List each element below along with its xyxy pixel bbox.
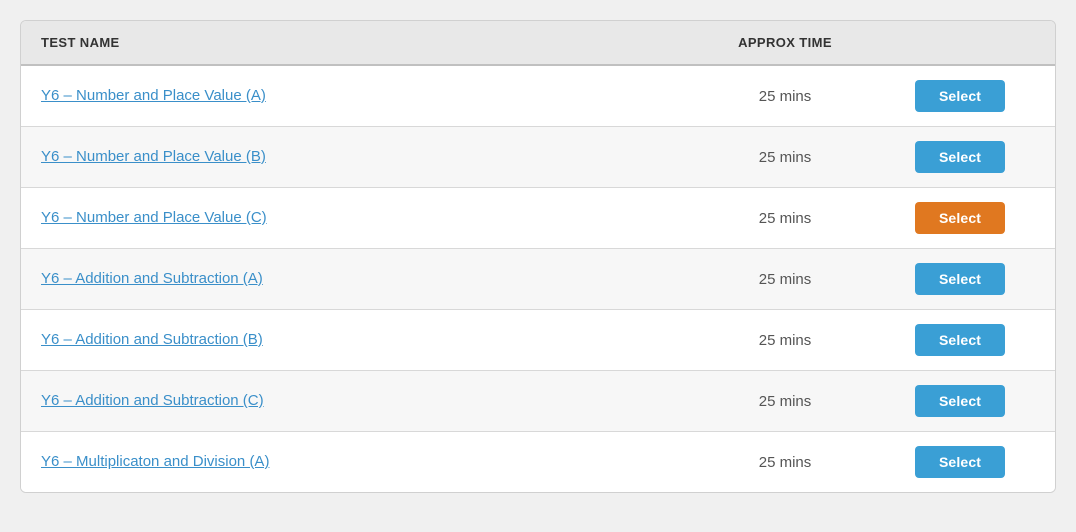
test-name-cell: Y6 – Number and Place Value (C) — [41, 209, 685, 227]
test-name-link[interactable]: Y6 – Addition and Subtraction (A) — [41, 270, 263, 287]
tests-table: TEST NAME APPROX TIME Y6 – Number and Pl… — [20, 20, 1056, 493]
table-row: Y6 – Number and Place Value (C) 25 mins Se… — [21, 188, 1055, 249]
test-name-cell: Y6 – Multiplicaton and Division (A) — [41, 453, 685, 471]
approx-time-cell: 25 mins — [685, 149, 885, 166]
table-row: Y6 – Addition and Subtraction (C) 25 mins… — [21, 371, 1055, 432]
approx-time-cell: 25 mins — [685, 393, 885, 410]
table-row: Y6 – Addition and Subtraction (A) 25 mins… — [21, 249, 1055, 310]
test-name-link[interactable]: Y6 – Multiplicaton and Division (A) — [41, 453, 269, 470]
test-name-cell: Y6 – Addition and Subtraction (A) — [41, 270, 685, 288]
approx-time-cell: 25 mins — [685, 271, 885, 288]
test-name-header: TEST NAME — [41, 35, 685, 50]
table-body: Y6 – Number and Place Value (A) 25 mins Se… — [21, 66, 1055, 492]
select-button[interactable]: Select — [915, 446, 1005, 478]
select-button[interactable]: Select — [915, 141, 1005, 173]
table-row: Y6 – Number and Place Value (A) 25 mins Se… — [21, 66, 1055, 127]
select-btn-cell: Select — [885, 263, 1035, 295]
approx-time-header: APPROX TIME — [685, 35, 885, 50]
table-row: Y6 – Addition and Subtraction (B) 25 mins… — [21, 310, 1055, 371]
select-btn-cell: Select — [885, 324, 1035, 356]
approx-time-cell: 25 mins — [685, 332, 885, 349]
select-button[interactable]: Select — [915, 324, 1005, 356]
select-btn-cell: Select — [885, 446, 1035, 478]
table-header: TEST NAME APPROX TIME — [21, 21, 1055, 66]
test-name-cell: Y6 – Number and Place Value (B) — [41, 148, 685, 166]
select-button[interactable]: Select — [915, 263, 1005, 295]
approx-time-cell: 25 mins — [685, 454, 885, 471]
test-name-link[interactable]: Y6 – Addition and Subtraction (B) — [41, 331, 263, 348]
approx-time-cell: 25 mins — [685, 88, 885, 105]
select-btn-cell: Select — [885, 80, 1035, 112]
test-name-cell: Y6 – Addition and Subtraction (C) — [41, 392, 685, 410]
select-button[interactable]: Select — [915, 202, 1005, 234]
table-row: Y6 – Multiplicaton and Division (A) 25 mi… — [21, 432, 1055, 492]
test-name-link[interactable]: Y6 – Number and Place Value (A) — [41, 87, 266, 104]
select-btn-cell: Select — [885, 141, 1035, 173]
table-row: Y6 – Number and Place Value (B) 25 mins Se… — [21, 127, 1055, 188]
select-button[interactable]: Select — [915, 385, 1005, 417]
select-button[interactable]: Select — [915, 80, 1005, 112]
select-btn-cell: Select — [885, 202, 1035, 234]
select-btn-cell: Select — [885, 385, 1035, 417]
test-name-link[interactable]: Y6 – Addition and Subtraction (C) — [41, 392, 264, 409]
test-name-cell: Y6 – Number and Place Value (A) — [41, 87, 685, 105]
approx-time-cell: 25 mins — [685, 210, 885, 227]
action-header — [885, 35, 1035, 50]
test-name-cell: Y6 – Addition and Subtraction (B) — [41, 331, 685, 349]
test-name-link[interactable]: Y6 – Number and Place Value (C) — [41, 209, 267, 226]
test-name-link[interactable]: Y6 – Number and Place Value (B) — [41, 148, 266, 165]
